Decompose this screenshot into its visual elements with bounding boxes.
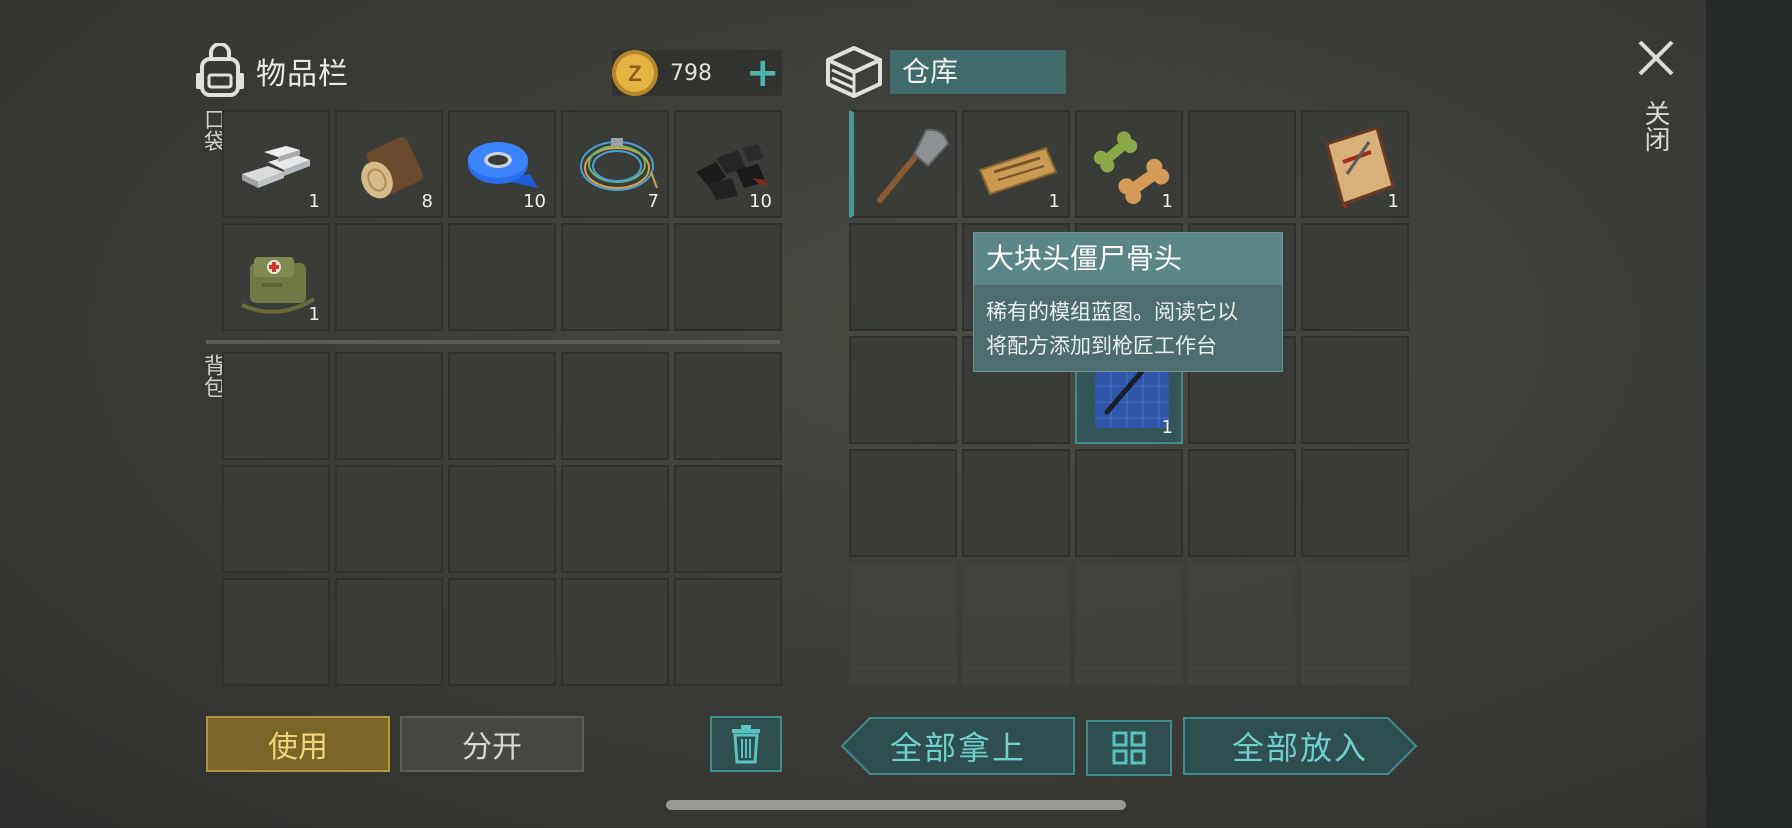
item-count: 1 bbox=[1161, 191, 1173, 212]
storage-slot[interactable]: 1 bbox=[1075, 110, 1183, 218]
section-divider bbox=[206, 340, 780, 344]
pocket-slot[interactable]: 1 bbox=[222, 110, 330, 218]
grid-icon bbox=[1112, 731, 1146, 765]
item-count: 8 bbox=[421, 191, 433, 212]
item-count: 7 bbox=[647, 191, 659, 212]
storage-slot[interactable] bbox=[1301, 223, 1409, 331]
storage-slot-locked[interactable] bbox=[1075, 562, 1183, 670]
storage-title: 仓库 bbox=[890, 50, 1066, 94]
storage-slot[interactable] bbox=[1075, 449, 1183, 557]
tooltip-desc-line: 稀有的模组蓝图。阅读它以 bbox=[986, 300, 1238, 324]
backpack-slot[interactable] bbox=[674, 578, 782, 686]
storage-slot[interactable] bbox=[849, 110, 957, 218]
coin-icon: Z bbox=[612, 50, 658, 96]
storage-slot[interactable]: 1 bbox=[962, 110, 1070, 218]
storage-slot-locked[interactable] bbox=[1301, 665, 1409, 685]
coin-display: Z 798 + bbox=[612, 50, 782, 96]
backpack-slot[interactable] bbox=[561, 352, 669, 460]
storage-overflow-row bbox=[849, 665, 1413, 685]
storage-header: 仓库 bbox=[824, 42, 1066, 102]
storage-slot-locked[interactable] bbox=[962, 562, 1070, 670]
inventory-title: 物品栏 bbox=[256, 57, 349, 92]
backpack-slot[interactable] bbox=[448, 578, 556, 686]
storage-slot[interactable] bbox=[849, 336, 957, 444]
close-label[interactable]: 关闭 bbox=[1638, 100, 1674, 152]
storage-grid: 1 1 1 1 bbox=[849, 110, 1409, 670]
storage-slot[interactable]: 1 bbox=[1301, 110, 1409, 218]
pocket-slot[interactable] bbox=[674, 223, 782, 331]
pocket-slot[interactable]: 7 bbox=[561, 110, 669, 218]
right-edge-panel bbox=[1706, 0, 1792, 828]
take-all-label: 全部拿上 bbox=[889, 729, 1026, 767]
backpack-slot[interactable] bbox=[335, 465, 443, 573]
shovel-icon bbox=[877, 128, 950, 203]
item-count: 10 bbox=[749, 191, 772, 212]
pocket-slot[interactable] bbox=[448, 223, 556, 331]
storage-slot[interactable] bbox=[962, 449, 1070, 557]
sort-button[interactable] bbox=[1086, 720, 1172, 776]
storage-slot[interactable] bbox=[1301, 449, 1409, 557]
storage-slot-locked[interactable] bbox=[962, 665, 1070, 685]
pocket-slot[interactable] bbox=[561, 223, 669, 331]
take-all-button[interactable]: 全部拿上 bbox=[840, 716, 1076, 776]
storage-slot-locked[interactable] bbox=[1301, 562, 1409, 670]
backpack-slot[interactable] bbox=[335, 352, 443, 460]
backpack-slot[interactable] bbox=[448, 352, 556, 460]
item-count: 1 bbox=[308, 304, 320, 325]
storage-slot-locked[interactable] bbox=[1188, 562, 1296, 670]
use-button[interactable]: 使用 bbox=[206, 716, 390, 772]
pocket-slot[interactable]: 1 bbox=[222, 223, 330, 331]
put-all-button[interactable]: 全部放入 bbox=[1182, 716, 1418, 776]
backpack-slot[interactable] bbox=[222, 578, 330, 686]
pockets-grid: 1 8 10 7 10 1 bbox=[222, 110, 782, 331]
tooltip-desc-line: 将配方添加到枪匠工作台 bbox=[986, 334, 1217, 358]
home-indicator[interactable] bbox=[666, 800, 1126, 810]
storage-slot[interactable] bbox=[1188, 110, 1296, 218]
tooltip-title: 大块头僵尸骨头 bbox=[974, 233, 1282, 285]
storage-slot[interactable] bbox=[1301, 336, 1409, 444]
backpack-slot[interactable] bbox=[222, 465, 330, 573]
backpack-icon bbox=[196, 43, 244, 97]
pocket-slot[interactable]: 10 bbox=[448, 110, 556, 218]
split-button[interactable]: 分开 bbox=[400, 716, 584, 772]
pocket-slot[interactable]: 8 bbox=[335, 110, 443, 218]
inventory-header: 物品栏 bbox=[194, 42, 349, 100]
storage-slot-locked[interactable] bbox=[1075, 665, 1183, 685]
backpack-slot[interactable] bbox=[561, 465, 669, 573]
backpack-slot[interactable] bbox=[335, 578, 443, 686]
storage-slot-locked[interactable] bbox=[1188, 665, 1296, 685]
item-count: 1 bbox=[1387, 191, 1399, 212]
add-coins-button[interactable]: + bbox=[746, 53, 780, 93]
storage-slot-locked[interactable] bbox=[849, 665, 957, 685]
item-count: 1 bbox=[1048, 191, 1060, 212]
pocket-slot[interactable]: 10 bbox=[674, 110, 782, 218]
trash-icon bbox=[732, 725, 760, 764]
close-icon[interactable] bbox=[1636, 38, 1676, 78]
item-tooltip: 大块头僵尸骨头 稀有的模组蓝图。阅读它以 将配方添加到枪匠工作台 bbox=[973, 232, 1283, 372]
coin-amount: 798 bbox=[670, 60, 712, 86]
tooltip-description: 稀有的模组蓝图。阅读它以 将配方添加到枪匠工作台 bbox=[974, 285, 1282, 373]
item-count: 1 bbox=[1161, 417, 1173, 438]
put-all-label: 全部放入 bbox=[1231, 729, 1368, 767]
storage-slot[interactable] bbox=[849, 223, 957, 331]
svg-text:Z: Z bbox=[628, 61, 641, 86]
storage-slot[interactable] bbox=[1188, 449, 1296, 557]
backpack-slot[interactable] bbox=[561, 578, 669, 686]
trash-button[interactable] bbox=[710, 716, 782, 772]
backpack-slot[interactable] bbox=[222, 352, 330, 460]
storage-slot-locked[interactable] bbox=[849, 562, 957, 670]
storage-slot[interactable] bbox=[849, 449, 957, 557]
backpack-grid bbox=[222, 352, 782, 686]
backpack-slot[interactable] bbox=[674, 352, 782, 460]
item-count: 10 bbox=[523, 191, 546, 212]
storage-box-icon bbox=[826, 46, 882, 98]
backpack-slot[interactable] bbox=[674, 465, 782, 573]
item-count: 1 bbox=[308, 191, 320, 212]
backpack-slot[interactable] bbox=[448, 465, 556, 573]
pocket-slot[interactable] bbox=[335, 223, 443, 331]
